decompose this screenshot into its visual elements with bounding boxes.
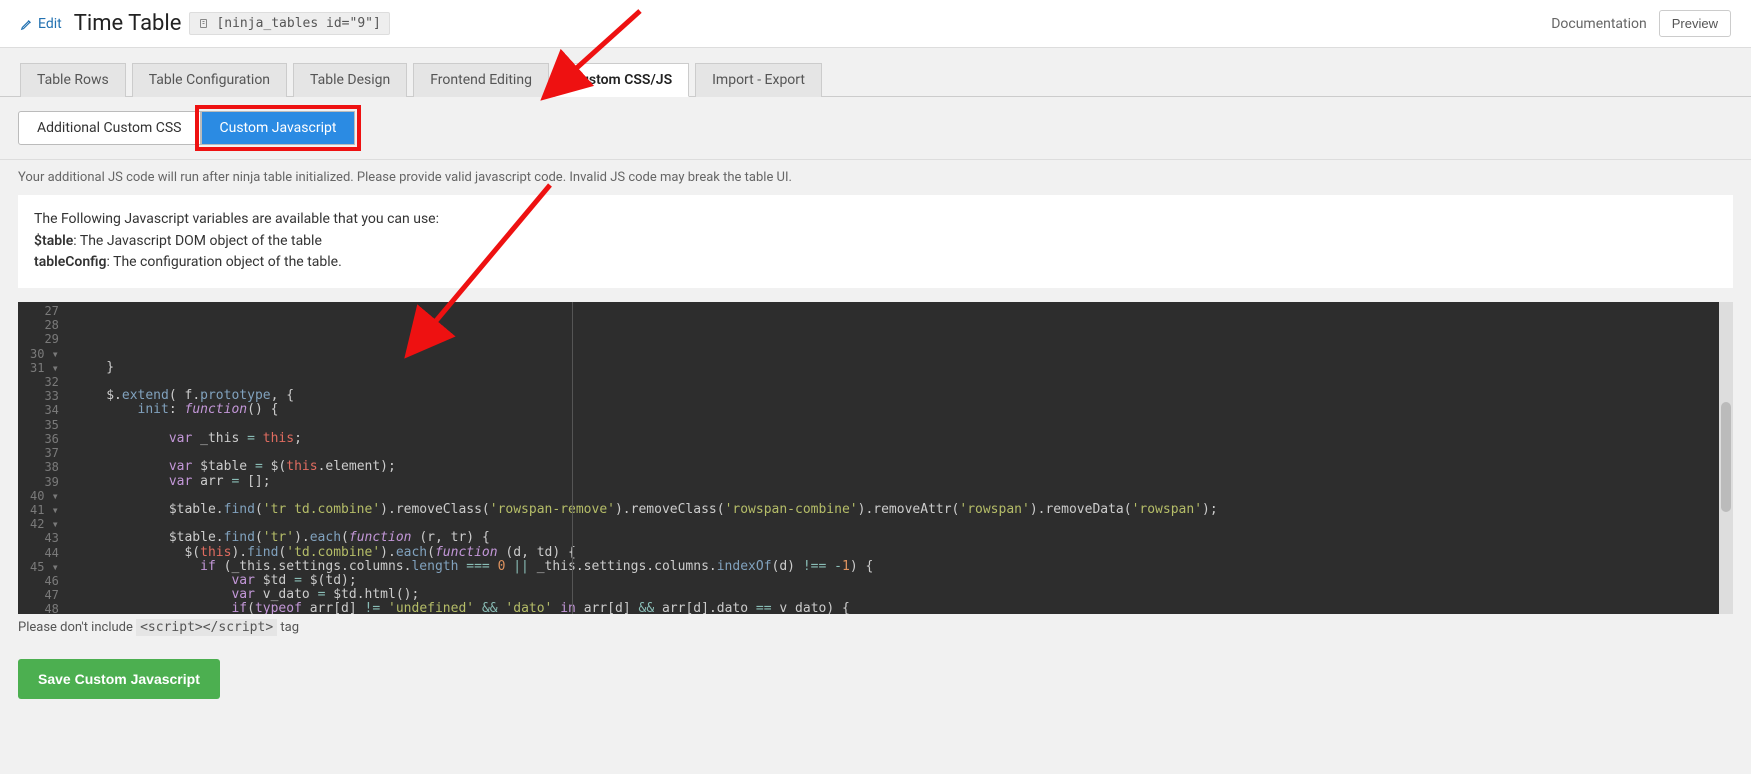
copy-icon (198, 18, 210, 30)
main-tab-table-configuration[interactable]: Table Configuration (132, 63, 287, 97)
shortcode-box[interactable]: [ninja_tables id="9"] (189, 12, 389, 35)
footer-code: <script></script> (136, 619, 277, 636)
footer-post: tag (280, 620, 299, 635)
save-button[interactable]: Save Custom Javascript (18, 659, 220, 699)
code-area[interactable]: } $.extend( f.prototype, { init: functio… (67, 302, 1733, 614)
sub-tabs: Additional Custom CSSCustom Javascript (0, 97, 1751, 160)
code-gutter: 27282930 ▾31 ▾323334353637383940 ▾41 ▾42… (18, 302, 67, 614)
shortcode-text: [ninja_tables id="9"] (216, 16, 380, 31)
code-editor-wrap: 27282930 ▾31 ▾323334353637383940 ▾41 ▾42… (18, 302, 1733, 614)
info-var2-desc: : The configuration object of the table. (107, 254, 342, 270)
sub-tab-custom-javascript[interactable]: Custom Javascript (201, 111, 356, 145)
footer-hint: Please don't include <script></script> t… (0, 614, 1751, 641)
info-box: The Following Javascript variables are a… (18, 195, 1733, 288)
footer-pre: Please don't include (18, 620, 133, 635)
edit-link[interactable]: Edit (20, 16, 62, 32)
code-editor[interactable]: 27282930 ▾31 ▾323334353637383940 ▾41 ▾42… (18, 302, 1733, 614)
documentation-link[interactable]: Documentation (1551, 16, 1647, 32)
scrollbar-thumb[interactable] (1721, 402, 1731, 512)
scrollbar[interactable] (1719, 302, 1733, 614)
preview-button[interactable]: Preview (1659, 10, 1731, 37)
main-tab-import-export[interactable]: Import - Export (695, 63, 822, 97)
info-var-2: tableConfig: The configuration object of… (34, 252, 1717, 274)
top-bar-left: Edit Time Table [ninja_tables id="9"] (20, 11, 390, 36)
info-var-1: $table: The Javascript DOM object of the… (34, 231, 1717, 253)
edit-label: Edit (38, 16, 62, 32)
top-bar: Edit Time Table [ninja_tables id="9"] Do… (0, 0, 1751, 48)
main-tab-frontend-editing[interactable]: Frontend Editing (413, 63, 549, 97)
page-title: Time Table (74, 11, 182, 36)
info-var1-name: $table (34, 233, 73, 249)
sub-tab-additional-custom-css[interactable]: Additional Custom CSS (18, 111, 201, 145)
info-var2-name: tableConfig (34, 254, 107, 270)
main-tabs: Table RowsTable ConfigurationTable Desig… (0, 48, 1751, 97)
pencil-icon (20, 17, 34, 31)
main-tab-custom-css-js[interactable]: Custom CSS/JS (555, 63, 689, 97)
main-tab-table-rows[interactable]: Table Rows (20, 63, 126, 97)
hint-text: Your additional JS code will run after n… (0, 160, 1751, 195)
main-tab-table-design[interactable]: Table Design (293, 63, 407, 97)
info-var1-desc: : The Javascript DOM object of the table (73, 233, 322, 249)
info-line-1: The Following Javascript variables are a… (34, 209, 1717, 231)
print-margin (572, 302, 573, 614)
top-bar-right: Documentation Preview (1551, 10, 1731, 37)
